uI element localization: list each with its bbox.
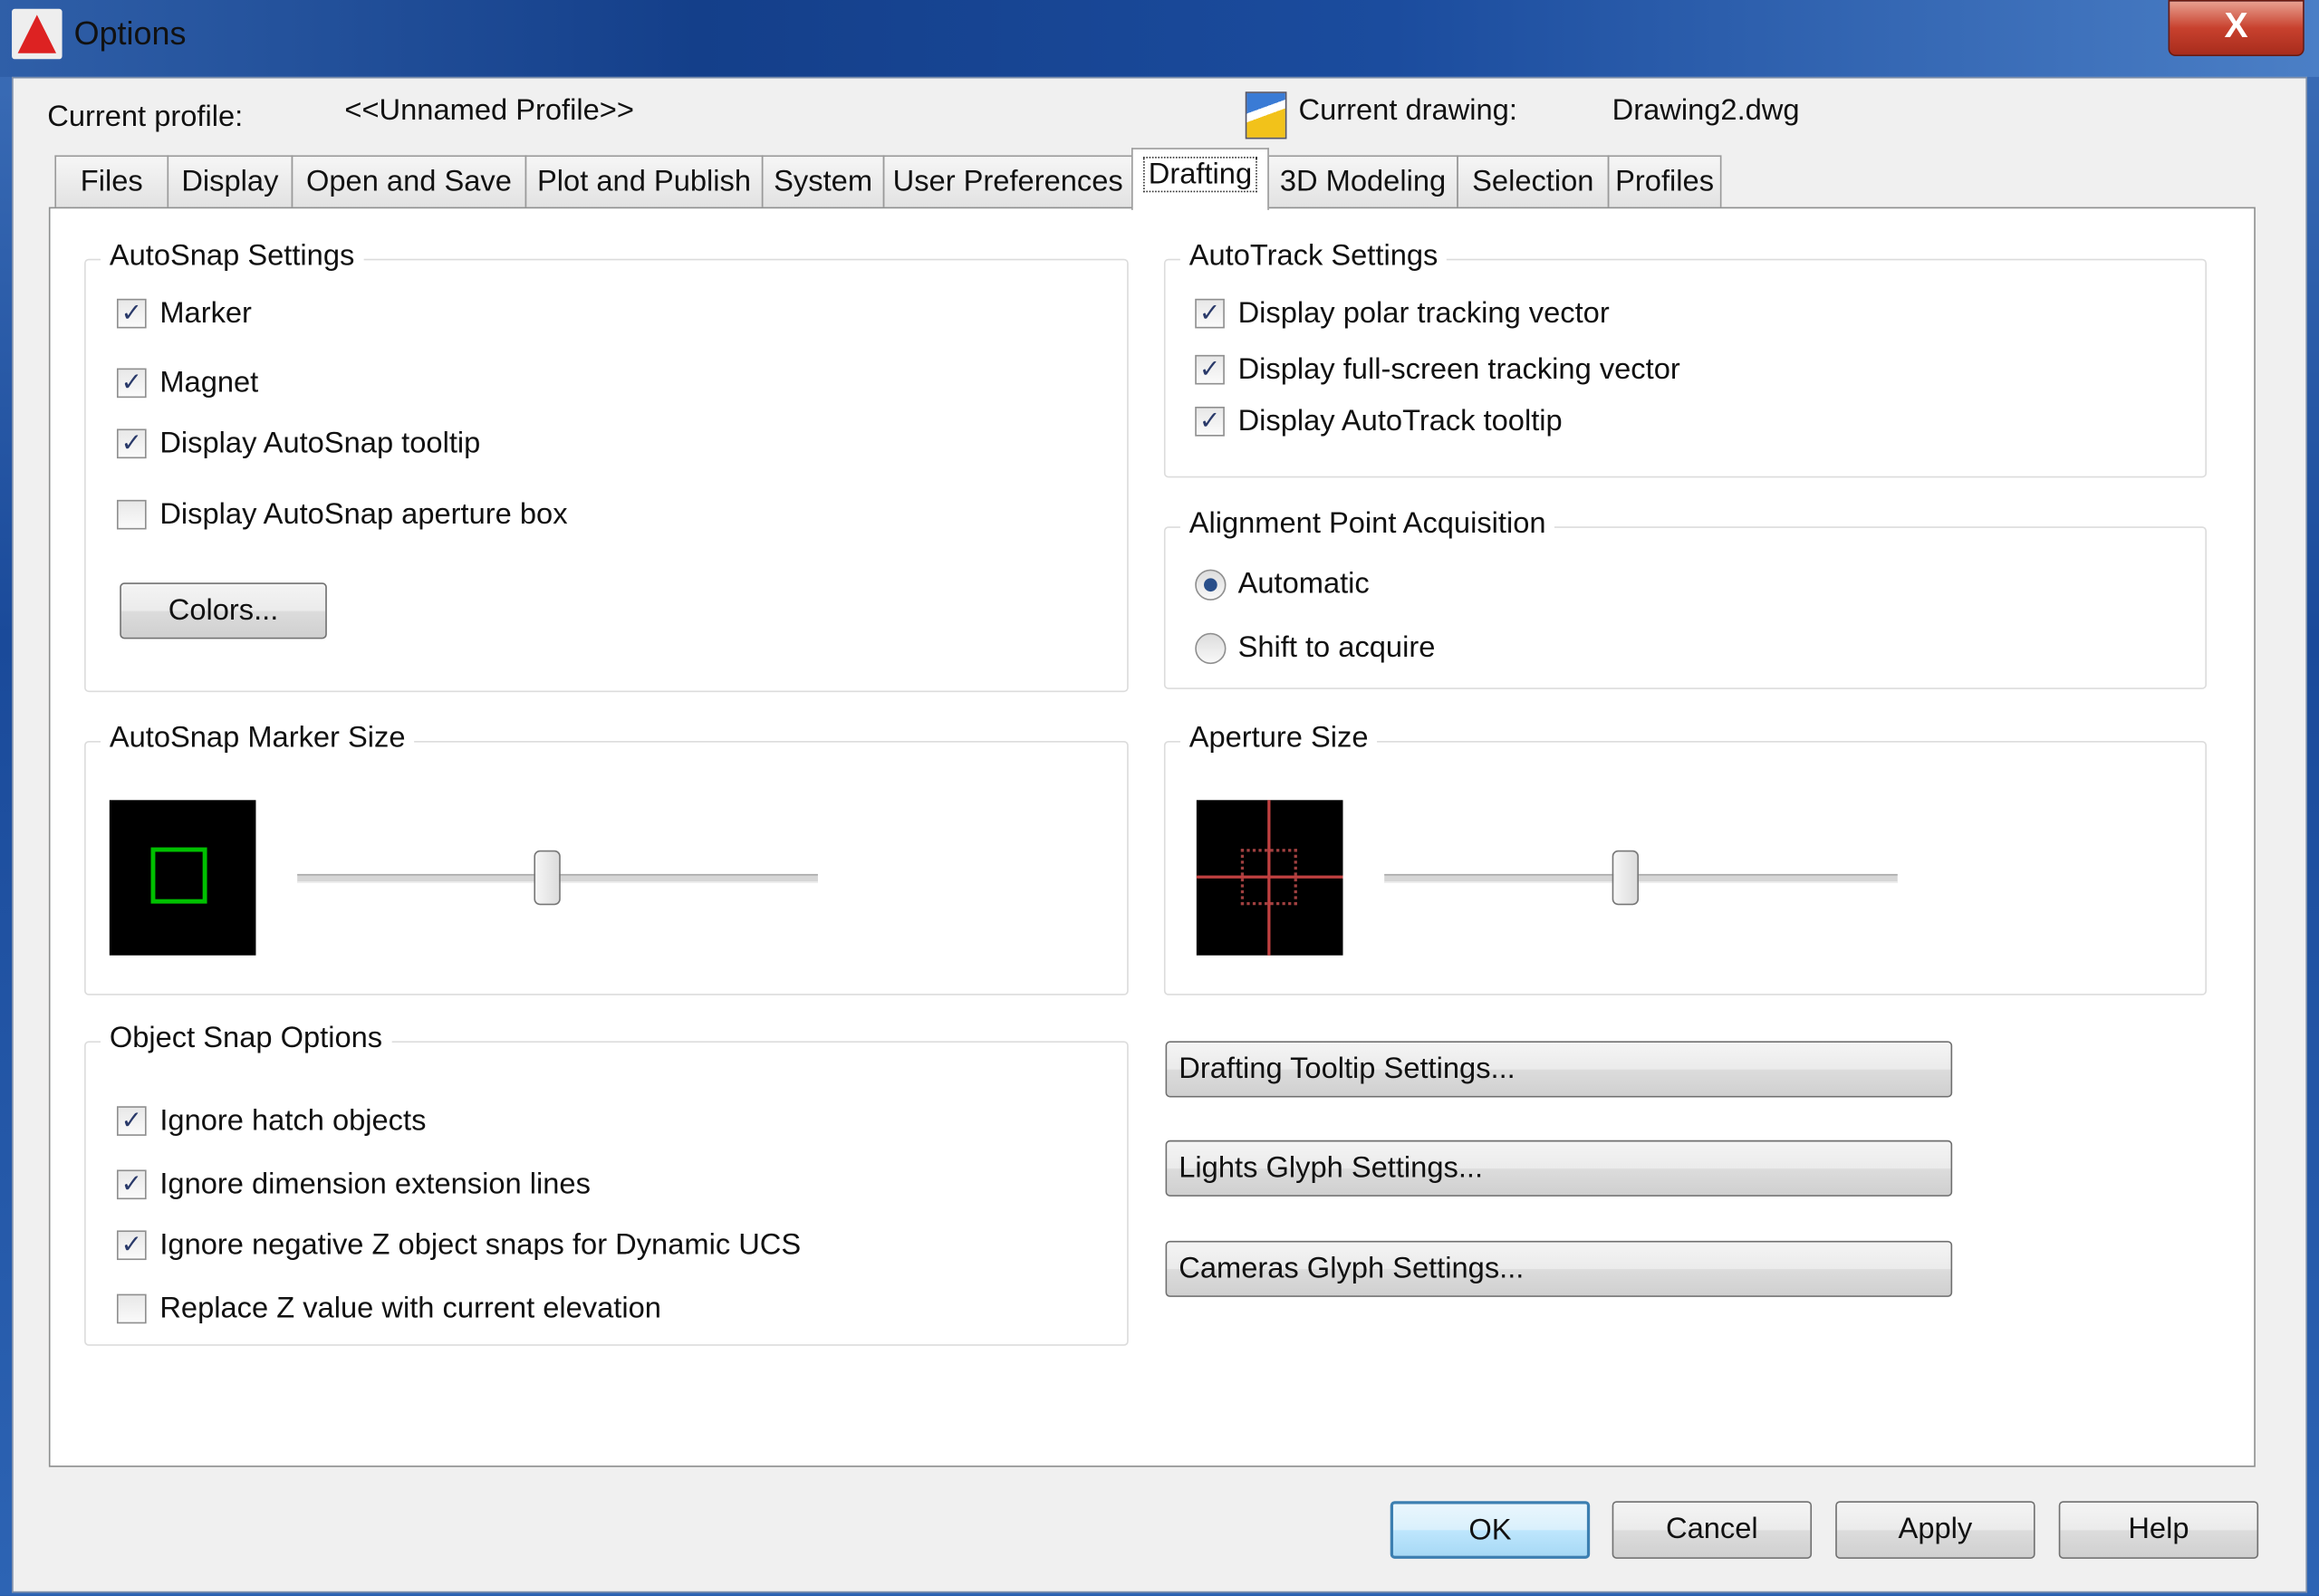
tab-system[interactable]: System xyxy=(761,155,885,207)
tab-label: Profiles xyxy=(1615,165,1715,198)
autosnap-tooltip-label: Display AutoSnap tooltip xyxy=(159,427,481,460)
marker-label: Marker xyxy=(159,297,252,331)
tab-label: Drafting xyxy=(1143,157,1257,193)
aperture-box-icon xyxy=(1240,849,1297,906)
marker-square-icon xyxy=(150,847,207,904)
automatic-label: Automatic xyxy=(1237,567,1370,601)
aperture-box-checkbox[interactable] xyxy=(116,499,147,530)
cameras-glyph-settings-button[interactable]: Cameras Glyph Settings... xyxy=(1165,1240,1953,1297)
group-title: AutoSnap Settings xyxy=(101,239,364,274)
replace-z-checkbox[interactable] xyxy=(116,1293,147,1324)
ignore-dimension-lines-checkbox[interactable]: ✓ xyxy=(116,1169,147,1200)
current-drawing-value: Drawing2.dwg xyxy=(1612,94,1800,128)
shift-to-acquire-radio[interactable] xyxy=(1195,632,1227,665)
fullscreen-tracking-vector-checkbox[interactable]: ✓ xyxy=(1195,354,1225,385)
cancel-button[interactable]: Cancel xyxy=(1612,1501,1813,1559)
help-button[interactable]: Help xyxy=(2058,1501,2259,1559)
tab-display[interactable]: Display xyxy=(167,155,293,207)
ignore-dimension-lines-label: Ignore dimension extension lines xyxy=(159,1168,591,1201)
tab-label: Selection xyxy=(1472,165,1594,198)
tab-label: User Preferences xyxy=(892,165,1123,198)
aperture-size-slider-track[interactable] xyxy=(1384,873,1898,883)
ignore-hatch-label: Ignore hatch objects xyxy=(159,1104,427,1138)
automatic-radio[interactable] xyxy=(1195,569,1227,601)
autotrack-tooltip-label: Display AutoTrack tooltip xyxy=(1237,405,1563,438)
lights-glyph-settings-button[interactable]: Lights Glyph Settings... xyxy=(1165,1139,1953,1197)
current-drawing-label: Current drawing: xyxy=(1298,94,1517,128)
ignore-negative-z-label: Ignore negative Z object snaps for Dynam… xyxy=(159,1228,802,1262)
marker-checkbox[interactable]: ✓ xyxy=(116,298,147,329)
tab-label: Files xyxy=(80,165,143,198)
tab-selection[interactable]: Selection xyxy=(1457,155,1610,207)
drawing-file-icon xyxy=(1245,91,1287,139)
ignore-hatch-checkbox[interactable]: ✓ xyxy=(116,1106,147,1136)
group-title: AutoSnap Marker Size xyxy=(101,721,415,756)
polar-tracking-vector-checkbox[interactable]: ✓ xyxy=(1195,298,1225,329)
magnet-label: Magnet xyxy=(159,366,259,399)
tab-3d-modeling[interactable]: 3D Modeling xyxy=(1267,155,1458,207)
tab-label: 3D Modeling xyxy=(1279,165,1447,198)
aperture-size-preview xyxy=(1196,800,1343,956)
tab-drafting[interactable]: Drafting xyxy=(1131,148,1269,210)
title-bar[interactable] xyxy=(0,0,2319,77)
group-title: Aperture Size xyxy=(1179,721,1378,756)
options-dialog: Options X Current profile: <<Unnamed Pro… xyxy=(0,0,2319,1596)
group-title: AutoTrack Settings xyxy=(1179,239,1448,274)
tab-user-preferences[interactable]: User Preferences xyxy=(882,155,1133,207)
tab-label: Display xyxy=(181,165,279,198)
window-title: Options xyxy=(73,14,187,53)
drafting-tooltip-settings-button[interactable]: Drafting Tooltip Settings... xyxy=(1165,1041,1953,1098)
group-title: Alignment Point Acquisition xyxy=(1179,507,1555,542)
autotrack-tooltip-checkbox[interactable]: ✓ xyxy=(1195,406,1225,437)
apply-button[interactable]: Apply xyxy=(1835,1501,2035,1559)
tab-open-and-save[interactable]: Open and Save xyxy=(291,155,527,207)
colors-button[interactable]: Colors... xyxy=(120,582,327,639)
polar-tracking-vector-label: Display polar tracking vector xyxy=(1237,297,1610,331)
tab-plot-and-publish[interactable]: Plot and Publish xyxy=(524,155,764,207)
fullscreen-tracking-vector-label: Display full-screen tracking vector xyxy=(1237,353,1680,387)
group-title: Object Snap Options xyxy=(101,1022,391,1056)
close-button[interactable]: X xyxy=(2168,0,2305,57)
tab-label: Plot and Publish xyxy=(537,165,752,198)
autosnap-tooltip-checkbox[interactable]: ✓ xyxy=(116,428,147,459)
ignore-negative-z-checkbox[interactable]: ✓ xyxy=(116,1230,147,1261)
drafting-tab-panel: AutoSnap Settings ✓ Marker ✓ Magnet ✓ Di… xyxy=(48,207,2256,1467)
magnet-checkbox[interactable]: ✓ xyxy=(116,368,147,399)
aperture-box-label: Display AutoSnap aperture box xyxy=(159,498,568,532)
current-profile-value: <<Unnamed Profile>> xyxy=(344,94,634,128)
tab-files[interactable]: Files xyxy=(54,155,169,207)
tab-label: System xyxy=(774,165,873,198)
replace-z-label: Replace Z value with current elevation xyxy=(159,1292,661,1325)
ok-button[interactable]: OK xyxy=(1390,1501,1591,1559)
tab-profiles[interactable]: Profiles xyxy=(1607,155,1722,207)
aperture-size-slider-thumb[interactable] xyxy=(1612,850,1640,906)
marker-size-preview xyxy=(109,800,256,956)
tab-label: Open and Save xyxy=(305,165,512,198)
current-profile-label: Current profile: xyxy=(47,101,244,133)
shift-to-acquire-label: Shift to acquire xyxy=(1237,631,1436,665)
marker-size-slider-thumb[interactable] xyxy=(534,850,561,906)
autocad-logo-triangle-icon xyxy=(17,14,57,53)
